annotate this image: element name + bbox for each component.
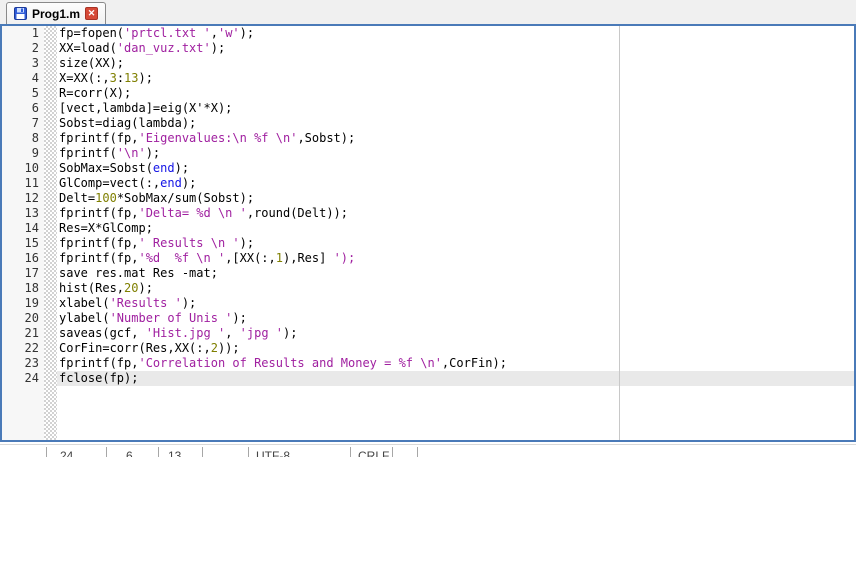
app-window: Prog1.m ✕ 123456789101112131415161718192…	[0, 0, 856, 570]
code-line[interactable]: xlabel('Results ');	[59, 296, 854, 311]
line-number: 14	[2, 221, 39, 236]
status-field: 24	[60, 449, 73, 457]
code-line[interactable]: fp=fopen('prtcl.txt ','w');	[59, 26, 854, 41]
line-number: 4	[2, 71, 39, 86]
code-line[interactable]: Res=X*GlComp;	[59, 221, 854, 236]
code-line[interactable]: X=XX(:,3:13);	[59, 71, 854, 86]
status-separator	[46, 447, 47, 457]
code-line[interactable]: CorFin=corr(Res,XX(:,2));	[59, 341, 854, 356]
tab-bar: Prog1.m ✕	[0, 0, 856, 24]
line-number: 8	[2, 131, 39, 146]
tab-title: Prog1.m	[32, 7, 80, 21]
line-number: 16	[2, 251, 39, 266]
code-line[interactable]: hist(Res,20);	[59, 281, 854, 296]
line-number: 21	[2, 326, 39, 341]
code-area[interactable]: fp=fopen('prtcl.txt ','w');XX=load('dan_…	[57, 26, 854, 440]
status-bar: 24 6 13 UTF-8 CRLF	[0, 444, 856, 457]
line-number: 18	[2, 281, 39, 296]
code-line[interactable]: Delt=100*SobMax/sum(Sobst);	[59, 191, 854, 206]
status-separator	[106, 447, 107, 457]
code-line[interactable]: [vect,lambda]=eig(X'*X);	[59, 101, 854, 116]
line-number: 12	[2, 191, 39, 206]
line-number-gutter: 123456789101112131415161718192021222324	[2, 26, 44, 440]
status-field: CRLF	[358, 449, 389, 457]
code-line[interactable]: ylabel('Number of Unis ');	[59, 311, 854, 326]
line-number: 5	[2, 86, 39, 101]
code-line[interactable]: save res.mat Res -mat;	[59, 266, 854, 281]
code-line[interactable]: fprintf(fp,' Results \n ');	[59, 236, 854, 251]
code-line[interactable]: fclose(fp);	[59, 371, 854, 386]
close-icon[interactable]: ✕	[85, 7, 98, 20]
code-line[interactable]: SobMax=Sobst(end);	[59, 161, 854, 176]
save-floppy-icon	[14, 7, 27, 20]
status-separator	[202, 447, 203, 457]
line-number: 9	[2, 146, 39, 161]
code-line[interactable]: Sobst=diag(lambda);	[59, 116, 854, 131]
status-separator	[417, 447, 418, 457]
code-line[interactable]: GlComp=vect(:,end);	[59, 176, 854, 191]
code-line[interactable]: saveas(gcf, 'Hist.jpg ', 'jpg ');	[59, 326, 854, 341]
status-separator	[350, 447, 351, 457]
line-number: 11	[2, 176, 39, 191]
status-separator	[158, 447, 159, 457]
status-field: 13	[168, 449, 181, 457]
code-line[interactable]: size(XX);	[59, 56, 854, 71]
status-separator	[248, 447, 249, 457]
line-number: 7	[2, 116, 39, 131]
code-line[interactable]: fprintf('\n');	[59, 146, 854, 161]
code-editor[interactable]: 123456789101112131415161718192021222324 …	[0, 24, 856, 442]
status-field: 6	[126, 449, 133, 457]
line-number: 22	[2, 341, 39, 356]
code-line[interactable]: fprintf(fp,'%d %f \n ',[XX(:,1),Res] ');	[59, 251, 854, 266]
line-number: 23	[2, 356, 39, 371]
line-number: 19	[2, 296, 39, 311]
code-line[interactable]: fprintf(fp,'Eigenvalues:\n %f \n',Sobst)…	[59, 131, 854, 146]
code-line[interactable]: XX=load('dan_vuz.txt');	[59, 41, 854, 56]
line-number: 2	[2, 41, 39, 56]
line-number: 1	[2, 26, 39, 41]
code-line[interactable]: R=corr(X);	[59, 86, 854, 101]
line-number: 10	[2, 161, 39, 176]
line-number: 13	[2, 206, 39, 221]
line-number: 24	[2, 371, 39, 386]
code-line[interactable]: fprintf(fp,'Correlation of Results and M…	[59, 356, 854, 371]
fold-margin	[44, 26, 57, 440]
line-number: 15	[2, 236, 39, 251]
status-field: UTF-8	[256, 449, 290, 457]
code-line[interactable]: fprintf(fp,'Delta= %d \n ',round(Delt));	[59, 206, 854, 221]
line-number: 17	[2, 266, 39, 281]
tab-prog1m[interactable]: Prog1.m ✕	[6, 2, 106, 24]
line-number: 3	[2, 56, 39, 71]
line-number: 20	[2, 311, 39, 326]
status-separator	[392, 447, 393, 457]
line-number: 6	[2, 101, 39, 116]
